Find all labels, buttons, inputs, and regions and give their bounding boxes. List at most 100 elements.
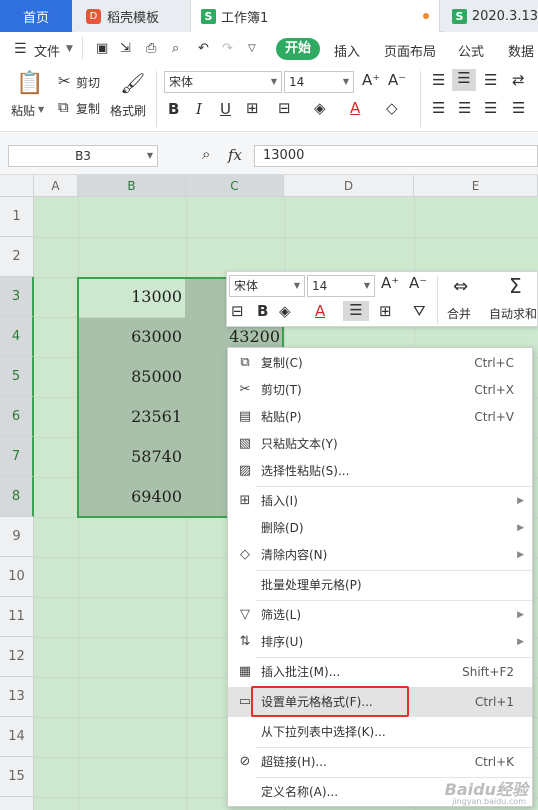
row-header-13[interactable]: 13 [0,677,34,717]
menu-item-paste-text[interactable]: ▧ 只粘贴文本(Y) [228,431,532,457]
menu-item-comment[interactable]: ▦ 插入批注(M)... Shift+F2 [228,659,532,685]
row-header-2[interactable]: 2 [0,237,34,277]
eraser-icon[interactable]: ◇ [386,99,398,117]
row-header-11[interactable]: 11 [0,597,34,637]
zoom-icon[interactable]: ⌕ [202,145,210,163]
font-shrink-icon[interactable]: A⁻ [388,71,406,89]
format-cells-icon[interactable]: ⊟ [231,302,244,320]
align-middle-icon[interactable]: ☰ [452,69,476,91]
merge-icon[interactable]: ⇔ [453,276,468,297]
row-header-3[interactable]: 3 [0,277,34,317]
format-painter-icon[interactable]: ⛛ [413,302,426,320]
menu-item-hyperlink[interactable]: ⊘ 超链接(H)... Ctrl+K [228,749,532,775]
row-header-7[interactable]: 7 [0,437,34,477]
row-header-10[interactable]: 10 [0,557,34,597]
row-header-4[interactable]: 4 [0,317,34,357]
font-shrink-icon[interactable]: A⁻ [409,274,427,292]
mini-font-name-select[interactable]: 宋体 ▼ [229,275,305,297]
row-header-8[interactable]: 8 [0,477,34,517]
column-header-c[interactable]: C [186,175,284,197]
menu-item-cut[interactable]: ✂ 剪切(T) Ctrl+X [228,377,532,403]
align-right-icon[interactable]: ☰ [484,99,497,117]
cell-b6[interactable]: 23561 [78,397,186,437]
format-painter-button[interactable]: 格式刷 [110,102,146,119]
column-header-d[interactable]: D [284,175,414,197]
wrap-text-icon[interactable]: ⇄ [512,71,525,89]
print-icon[interactable]: ⎙ [146,41,156,56]
column-header-a[interactable]: A [34,175,78,197]
chevron-down-icon[interactable]: ▼ [66,44,73,54]
align-center-icon[interactable]: ☰ [343,301,369,321]
menu-item-batch[interactable]: 批量处理单元格(P) [228,572,532,598]
autosum-button[interactable]: 自动求和 [489,305,537,322]
undo-icon[interactable]: ↶ [198,41,209,56]
row-header-14[interactable]: 14 [0,717,34,757]
strikethrough-icon[interactable]: ⊟ [278,99,291,117]
formula-input[interactable]: 13000 [254,145,538,167]
sum-icon[interactable]: Σ [509,274,522,298]
menu-item-insert[interactable]: ⊞ 插入(I) ▶ [228,488,532,514]
tab-formula[interactable]: 公式 [458,41,484,60]
menu-item-pick-list[interactable]: 从下拉列表中选择(K)... [228,719,532,745]
menu-item-clear[interactable]: ◇ 清除内容(N) ▶ [228,542,532,568]
preview-icon[interactable]: ⌕ [172,41,179,56]
row-header-6[interactable]: 6 [0,397,34,437]
row-header-1[interactable]: 1 [0,197,34,237]
scissors-icon[interactable]: ✂ [58,72,71,90]
paste-button[interactable]: 粘贴 [11,102,35,119]
border-icon[interactable]: ⊞ [246,99,259,117]
row-header-9[interactable]: 9 [0,517,34,557]
column-header-e[interactable]: E [414,175,538,197]
bold-icon[interactable]: B [257,302,268,320]
font-color-icon[interactable]: A [315,302,325,320]
font-size-select[interactable]: 14 ▼ [284,71,354,93]
mini-font-size-select[interactable]: 14 ▼ [307,275,375,297]
border-icon[interactable]: ⊞ [379,302,392,320]
menu-item-paste[interactable]: ▤ 粘贴(P) Ctrl+V [228,404,532,430]
align-bottom-icon[interactable]: ☰ [484,71,497,89]
select-all-corner[interactable] [0,175,34,197]
cell-b8[interactable]: 69400 [78,477,186,517]
save-icon[interactable]: ▣ [96,41,108,56]
menu-item-sort[interactable]: ⇅ 排序(U) ▶ [228,629,532,655]
tab-template[interactable]: D 稻壳模板 [74,0,190,32]
font-grow-icon[interactable]: A⁺ [362,71,380,89]
redo-icon[interactable]: ↷ [222,41,233,56]
row-header-5[interactable]: 5 [0,357,34,397]
tab-start[interactable]: 开始 [276,38,320,60]
underline-icon[interactable]: U [220,100,231,118]
merge-button[interactable]: 合并 [447,305,471,322]
tab-date-file[interactable]: S 2020.3.13 [444,0,538,32]
font-grow-icon[interactable]: A⁺ [381,274,399,292]
menu-item-paste-special[interactable]: ▨ 选择性粘贴(S)... [228,458,532,484]
italic-icon[interactable]: I [196,100,202,118]
fill-color-icon[interactable]: ◈ [279,302,291,320]
menu-item-filter[interactable]: ▽ 筛选(L) ▶ [228,602,532,628]
tab-page-layout[interactable]: 页面布局 [384,41,436,60]
customize-icon[interactable]: ▽ [248,43,256,54]
copy-icon[interactable]: ⧉ [58,98,69,116]
export-icon[interactable]: ⇲ [120,41,131,56]
tab-home[interactable]: 首页 [0,0,72,32]
format-painter-icon[interactable]: 🖌 [120,71,145,95]
font-color-icon[interactable]: A [350,99,360,117]
chevron-down-icon[interactable]: ▼ [38,105,44,114]
paste-icon[interactable]: 📋 [16,71,43,96]
tab-data[interactable]: 数据 [508,41,534,60]
menu-item-delete[interactable]: 删除(D) ▶ [228,515,532,541]
align-center-icon[interactable]: ☰ [458,99,471,117]
fill-color-icon[interactable]: ◈ [314,99,326,117]
justify-icon[interactable]: ☰ [512,99,525,117]
font-name-select[interactable]: 宋体 ▼ [164,71,282,93]
row-header-12[interactable]: 12 [0,637,34,677]
cell-b3[interactable]: 13000 [78,277,186,317]
hamburger-icon[interactable]: ☰ [14,41,27,57]
column-header-b[interactable]: B [78,175,186,197]
align-left-icon[interactable]: ☰ [432,99,445,117]
cut-button[interactable]: 剪切 [76,74,100,91]
tab-insert[interactable]: 插入 [334,41,360,60]
row-header-15[interactable]: 15 [0,757,34,797]
cell-b5[interactable]: 85000 [78,357,186,397]
bold-icon[interactable]: B [168,100,179,118]
tab-workbook[interactable]: S 工作簿1 [190,0,440,32]
